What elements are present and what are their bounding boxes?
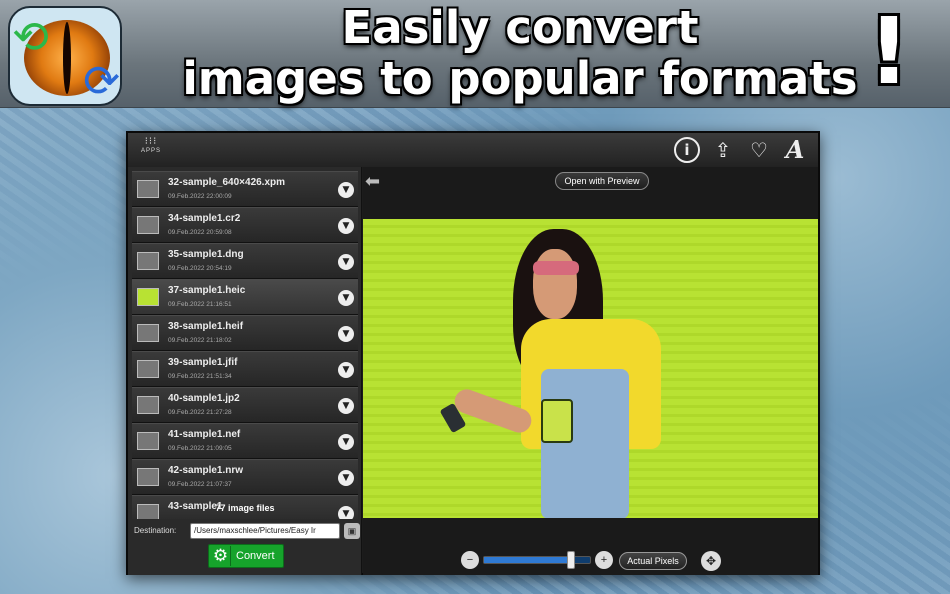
file-name: 32-sample_640×426.xpm [168,177,286,188]
file-date: 09.Feb.2022 21:07:37 [168,481,232,488]
headline-line-1: Easily convert [341,1,699,54]
file-count: 77 image files [215,503,275,513]
zoom-out-icon[interactable]: − [461,551,479,569]
file-thumbnail [137,216,159,234]
chevron-down-icon[interactable]: ▼ [338,290,354,306]
green-arrow-icon: ⟲ [12,12,49,63]
destination-select[interactable]: /Users/maxschlee/Pictures/Easy Ir [190,523,340,539]
info-icon[interactable]: i [674,137,700,163]
zoom-in-icon[interactable]: + [595,551,613,569]
file-date: 09.Feb.2022 20:59:08 [168,229,232,236]
file-thumbnail [137,180,159,198]
file-list[interactable]: 32-sample_640×426.xpm 09.Feb.2022 22:00:0… [132,171,358,519]
file-list-item[interactable]: 32-sample_640×426.xpm 09.Feb.2022 22:00:0… [132,171,358,207]
font-icon[interactable]: A [782,137,808,163]
file-date: 09.Feb.2022 20:54:19 [168,265,232,272]
eye-pupil [63,22,71,94]
folder-icon[interactable]: ▣ [344,523,360,539]
blue-arrow-icon: ⟳ [83,56,120,106]
open-with-preview-button[interactable]: Open with Preview [555,172,649,190]
chevron-down-icon[interactable]: ▼ [338,182,354,198]
file-date: 09.Feb.2022 21:18:02 [168,337,232,344]
file-list-panel: 32-sample_640×426.xpm 09.Feb.2022 22:00:0… [128,167,362,575]
file-date: 09.Feb.2022 21:27:28 [168,409,232,416]
fit-to-window-icon[interactable]: ✥ [701,551,721,571]
chevron-down-icon[interactable]: ▼ [338,218,354,234]
chevron-down-icon[interactable]: ▼ [338,326,354,342]
file-thumbnail [137,252,159,270]
app-logo: ⟲ ⟳ [8,6,122,106]
apps-grid-icon: ⁝⁝⁝ [144,136,158,147]
convert-button[interactable]: ⚙ Convert [208,544,284,568]
file-thumbnail [137,324,159,342]
heart-icon[interactable]: ♡ [746,137,772,163]
zoom-slider-fill [484,557,571,563]
file-name: 42-sample1.nrw [168,465,244,476]
file-list-item[interactable]: 35-sample1.dng 09.Feb.2022 20:54:19 ▼ [132,243,358,279]
toolbar: ⁝⁝⁝ APPS i ⇪ ♡ A [128,133,818,167]
back-arrow-icon[interactable]: ⬅ [365,171,380,192]
preview-panel: ⬅ Open with Preview − + Actual Pixels ✥ [363,167,818,575]
chevron-down-icon[interactable]: ▼ [338,362,354,378]
file-list-item[interactable]: 42-sample1.nrw 09.Feb.2022 21:07:37 ▼ [132,459,358,495]
file-list-item[interactable]: 41-sample1.nef 09.Feb.2022 21:09:05 ▼ [132,423,358,459]
destination-label: Destination: [134,526,177,535]
file-name: 41-sample1.nef [168,429,241,440]
actual-pixels-button[interactable]: Actual Pixels [619,552,687,570]
chevron-down-icon[interactable]: ▼ [338,470,354,486]
file-list-item[interactable]: 39-sample1.jfif 09.Feb.2022 21:51:34 ▼ [132,351,358,387]
apps-button[interactable]: ⁝⁝⁝ APPS [138,136,164,162]
file-thumbnail [137,468,159,486]
file-name: 35-sample1.dng [168,249,244,260]
headline-line-2: images to popular formats [182,52,858,105]
zoom-controls: − + Actual Pixels ✥ [461,550,721,572]
file-name: 40-sample1.jp2 [168,393,240,404]
file-thumbnail [137,288,159,306]
file-name: 38-sample1.heif [168,321,244,332]
file-list-item[interactable]: 34-sample1.cr2 09.Feb.2022 20:59:08 ▼ [132,207,358,243]
file-thumbnail [137,360,159,378]
zoom-slider[interactable] [483,551,591,569]
promo-banner: ⟲ ⟳ Easily convert images to popular for… [0,0,950,108]
photo-sunglasses [533,261,579,275]
file-list-item[interactable]: 40-sample1.jp2 09.Feb.2022 21:27:28 ▼ [132,387,358,423]
photo-face [533,249,577,319]
chevron-down-icon[interactable]: ▼ [338,254,354,270]
photo-overalls [541,369,629,518]
file-name: 39-sample1.jfif [168,357,238,368]
zoom-slider-knob[interactable] [566,551,575,569]
file-date: 09.Feb.2022 21:16:51 [168,301,232,308]
file-date: 09.Feb.2022 21:51:34 [168,373,232,380]
photo-cup [541,399,573,443]
headline: Easily convert images to popular formats [130,2,910,104]
file-date: 09.Feb.2022 21:09:05 [168,445,232,452]
preview-image [363,219,818,518]
app-window: ⁝⁝⁝ APPS i ⇪ ♡ A 32-sample_640×426.xpm 09… [126,131,820,575]
chevron-down-icon[interactable]: ▼ [338,398,354,414]
apps-label: APPS [140,148,161,154]
gear-icon: ⚙ [211,546,231,566]
file-list-item[interactable]: 38-sample1.heif 09.Feb.2022 21:18:02 ▼ [132,315,358,351]
headline-exclamation: ! [868,0,910,105]
destination-row: Destination: /Users/maxschlee/Pictures/E… [132,522,360,540]
file-list-item[interactable]: 37-sample1.heic 09.Feb.2022 21:16:51 ▼ [132,279,358,315]
share-icon[interactable]: ⇪ [710,137,736,163]
file-name: 37-sample1.heic [168,285,246,296]
file-thumbnail [137,396,159,414]
convert-label: Convert [236,550,275,562]
file-thumbnail [137,432,159,450]
file-name: 34-sample1.cr2 [168,213,241,224]
file-date: 09.Feb.2022 22:00:09 [168,193,232,200]
chevron-down-icon[interactable]: ▼ [338,434,354,450]
